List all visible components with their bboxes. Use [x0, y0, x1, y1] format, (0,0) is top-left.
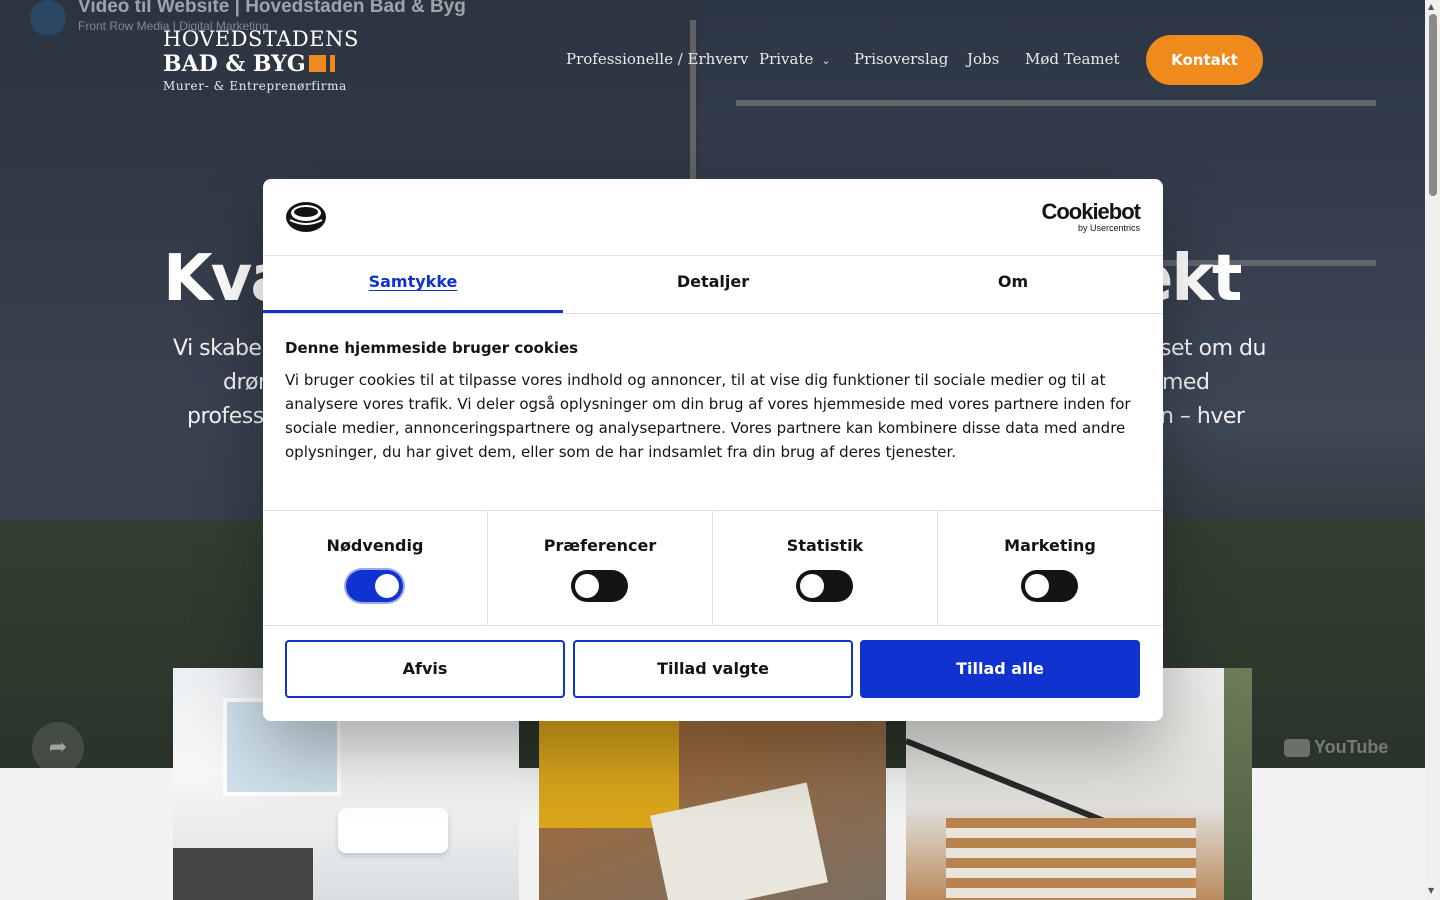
category-statistik: Statistik: [713, 511, 938, 625]
category-marketing: Marketing: [938, 511, 1162, 625]
nav-item-jobs[interactable]: Jobs: [967, 50, 999, 68]
contact-button[interactable]: Kontakt: [1146, 35, 1263, 85]
logo-square-mark: [308, 55, 326, 72]
scroll-down-icon[interactable]: ▼: [1428, 886, 1434, 895]
site-logo[interactable]: HOVEDSTADENS BAD & BYG Murer- & Entrepre…: [163, 27, 359, 95]
cookie-heading: Denne hjemmeside bruger cookies: [285, 339, 579, 357]
toggle-statistik[interactable]: [796, 570, 853, 602]
share-icon[interactable]: ➦: [32, 722, 84, 768]
youtube-play-icon: [1284, 739, 1310, 758]
cookie-tabs: Samtykke Detaljer Om: [263, 256, 1163, 314]
chevron-down-icon: ⌄: [821, 54, 831, 67]
scrollbar-thumb[interactable]: [1429, 14, 1437, 196]
allow-all-button[interactable]: Tillad alle: [860, 640, 1140, 698]
reject-button[interactable]: Afvis: [285, 640, 565, 698]
tab-samtykke[interactable]: Samtykke: [263, 256, 563, 313]
cookiebot-mark-icon: [286, 202, 326, 232]
cookiebot-logo[interactable]: Cookiebot by Usercentrics: [1038, 201, 1141, 234]
scroll-up-icon[interactable]: ▲: [1428, 2, 1434, 11]
toggle-marketing[interactable]: [1021, 570, 1078, 602]
video-title[interactable]: Video til Website | Hovedstaden Bad & By…: [78, 0, 466, 18]
cookie-consent-dialog: Cookiebot by Usercentrics Samtykke Detal…: [263, 179, 1163, 721]
tab-detaljer[interactable]: Detaljer: [563, 256, 863, 313]
youtube-logo[interactable]: YouTube: [1284, 737, 1388, 758]
category-nodvendig: Nødvendig: [263, 511, 488, 625]
nav-item-prisoverslag[interactable]: Prisoverslag: [854, 50, 948, 68]
logo-bar-mark: [329, 55, 335, 72]
cookie-category-toggles: Nødvendig Præferencer Statistik Marketin…: [263, 510, 1163, 626]
nav-item-mod-teamet[interactable]: Mød Teamet: [1025, 50, 1120, 68]
tab-om[interactable]: Om: [863, 256, 1163, 313]
nav-item-private[interactable]: Private ⌄: [759, 50, 831, 68]
nav-item-professionelle[interactable]: Professionelle / Erhverv: [566, 50, 748, 68]
allow-selected-button[interactable]: Tillad valgte: [573, 640, 853, 698]
cookie-dialog-header: Cookiebot by Usercentrics: [263, 179, 1163, 256]
cookie-description: Vi bruger cookies til at tilpasse vores …: [285, 371, 1131, 461]
channel-avatar[interactable]: [30, 0, 66, 36]
toggle-nodvendig[interactable]: [346, 570, 403, 602]
category-praeferencer: Præferencer: [488, 511, 713, 625]
toggle-praeferencer[interactable]: [571, 570, 628, 602]
